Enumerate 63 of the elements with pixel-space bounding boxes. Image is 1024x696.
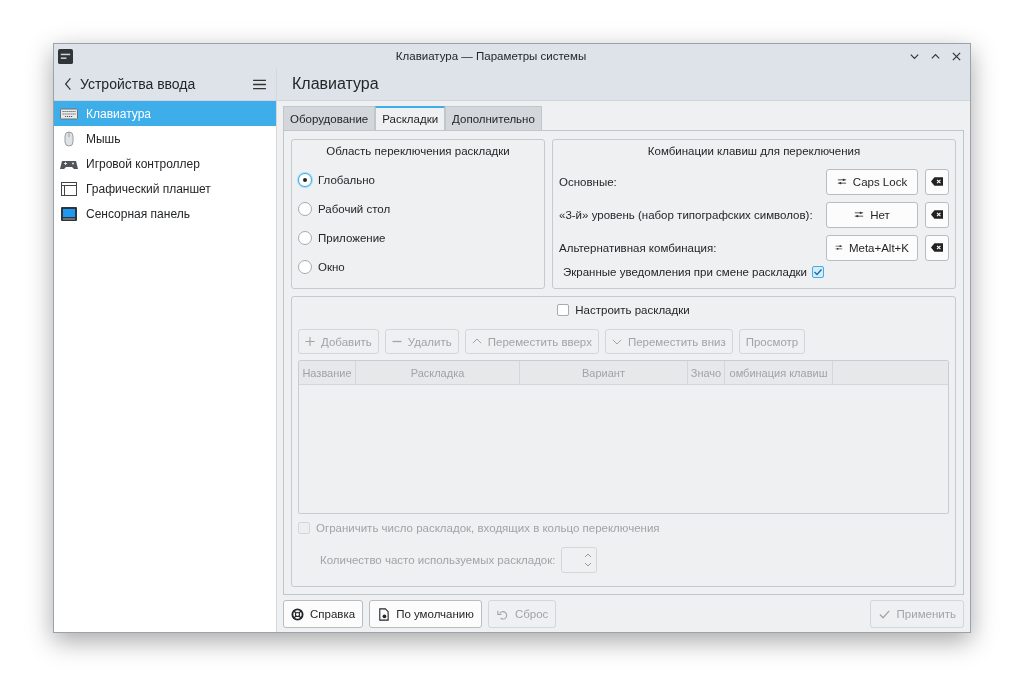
sliders-icon — [835, 243, 843, 252]
mouse-icon — [64, 131, 74, 146]
document-icon — [377, 607, 391, 621]
app-icon — [58, 48, 73, 64]
sliders-icon — [854, 210, 865, 219]
shortcut-label: «3-й» уровень (набор типографских символов): — [559, 208, 814, 221]
radio-button[interactable] — [298, 172, 312, 187]
checkbox[interactable] — [812, 266, 825, 278]
clear-button[interactable] — [925, 201, 949, 228]
checkbox-label: Ограничить число раскладок, входящих в кольцо переключения — [316, 522, 660, 534]
column-header[interactable]: Раскладка — [356, 361, 520, 384]
spinbox-label: Количество часто используемых раскладок: — [320, 554, 556, 566]
help-icon — [291, 607, 304, 621]
column-header[interactable]: омбинация клавиш — [725, 361, 833, 384]
checkbox-label: Экранные уведомления при смене раскладки — [563, 266, 808, 278]
window-title: Клавиатура — Параметры системы — [394, 50, 588, 62]
keyboard-icon — [60, 108, 78, 119]
sidebar-item[interactable]: Клавиатура — [54, 101, 276, 126]
sidebar-item[interactable]: Сенсорная панель — [54, 201, 276, 226]
plus-icon — [305, 337, 315, 346]
clear-button[interactable] — [925, 168, 949, 195]
shortcut-label: Основные: — [559, 175, 618, 188]
chevron-up-icon — [471, 337, 482, 346]
backspace-icon — [931, 243, 943, 252]
radio-label: Приложение — [318, 231, 386, 244]
group-title: Область переключения раскладки — [325, 145, 511, 157]
column-header[interactable]: Вариант — [520, 361, 688, 384]
menu-icon[interactable] — [253, 78, 266, 90]
tab[interactable]: Дополнительно — [445, 106, 542, 130]
radio-label: Окно — [318, 260, 345, 273]
close-icon[interactable] — [951, 50, 962, 62]
footer-button[interactable]: По умолчанию — [369, 600, 482, 628]
tab[interactable]: Раскладки — [375, 106, 446, 130]
column-header[interactable]: Название — [299, 361, 356, 384]
shortcut-button[interactable]: Нет — [826, 201, 918, 228]
page-title: Клавиатура — [292, 75, 379, 93]
backspace-icon — [931, 177, 943, 186]
sidebar-item[interactable]: Графический планшет — [54, 176, 276, 201]
sliders-icon — [836, 177, 847, 186]
shortcut-button[interactable]: Caps Lock — [826, 168, 918, 195]
backspace-icon — [931, 210, 943, 219]
checkbox[interactable] — [557, 304, 570, 316]
sidebar-item[interactable]: Игровой контроллер — [54, 151, 276, 176]
group-title: Комбинации клавиш для переключения — [646, 145, 862, 157]
shortcut-button[interactable]: Meta+Alt+K — [826, 234, 918, 261]
radio-button[interactable] — [298, 259, 312, 274]
radio-button[interactable] — [298, 201, 312, 216]
clear-button[interactable] — [925, 234, 949, 261]
radio-label: Глобально — [318, 173, 375, 186]
shortcut-label: Альтернативная комбинация: — [559, 241, 718, 254]
gamepad-icon — [60, 160, 78, 169]
sidebar-item[interactable]: Мышь — [54, 126, 276, 151]
radio-button[interactable] — [298, 230, 312, 245]
tab[interactable]: Оборудование — [283, 106, 376, 130]
back-icon[interactable] — [64, 77, 72, 91]
radio-label: Рабочий стол — [318, 202, 391, 215]
chevron-down-icon — [611, 337, 622, 346]
touchpad-icon — [61, 206, 77, 221]
footer-button[interactable]: Справка — [283, 600, 364, 628]
column-header[interactable]: Значо — [688, 361, 725, 384]
tablet-icon — [61, 181, 77, 196]
checkbox-label: Настроить раскладки — [575, 304, 690, 316]
sidebar-title: Устройства ввода — [80, 76, 197, 92]
